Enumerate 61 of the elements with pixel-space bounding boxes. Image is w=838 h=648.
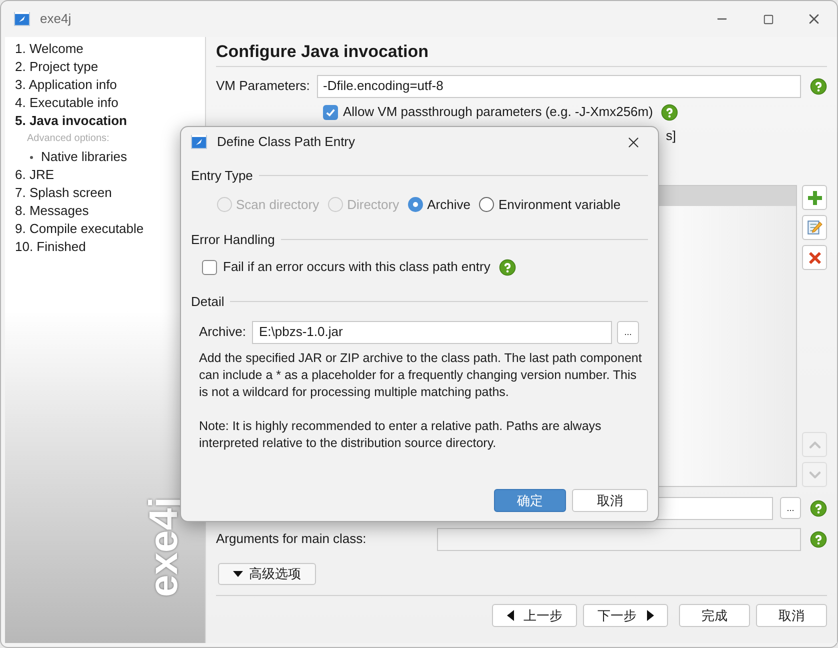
sidebar-subheading: Advanced options: xyxy=(27,132,110,146)
nav-button[interactable]: 完成 xyxy=(679,604,750,627)
page-title: Configure Java invocation xyxy=(216,41,430,63)
nav-button[interactable]: 取消 xyxy=(756,604,827,627)
sidebar-item[interactable]: 2. Project type xyxy=(15,58,205,76)
field-label: Archive: xyxy=(199,323,247,342)
radio-button[interactable] xyxy=(408,197,424,212)
radio-label: Archive xyxy=(427,196,470,214)
edit-button[interactable] xyxy=(802,215,827,240)
arguments-field[interactable] xyxy=(437,528,801,550)
app-icon xyxy=(14,11,30,27)
description-text: Add the specified JAR or ZIP archive to the class path. The last path component can include a * as a placeholder for a frequently changing version number. This is not a wildcard for processing multiple matching paths. xyxy=(199,350,643,400)
watermark-logo: exe4j xyxy=(144,496,184,597)
notepad-pencil-icon xyxy=(806,219,823,236)
section-heading: Detail xyxy=(191,293,224,311)
radio-button[interactable] xyxy=(479,197,494,212)
add-button[interactable] xyxy=(802,185,827,210)
radio-label: Directory xyxy=(347,196,400,214)
window-title: exe4j xyxy=(40,10,72,28)
help-icon[interactable] xyxy=(810,78,827,94)
help-icon[interactable] xyxy=(810,500,827,516)
app-icon xyxy=(191,134,207,150)
sidebar-item[interactable]: 5. Java invocation xyxy=(15,112,205,130)
bullet-icon xyxy=(30,156,33,158)
help-icon[interactable] xyxy=(499,258,516,276)
checkbox[interactable] xyxy=(202,260,217,274)
field-label: Arguments for main class: xyxy=(216,530,368,548)
maximize-icon xyxy=(762,14,774,24)
sidebar-item[interactable]: 3. Application info xyxy=(15,76,205,94)
dialog-button[interactable]: 取消 xyxy=(572,489,648,512)
sidebar-item[interactable]: Native libraries xyxy=(41,147,127,167)
checkbox-label: Fail if an error occurs with this class path entry xyxy=(223,258,490,276)
radio-label: Environment variable xyxy=(498,196,621,214)
sidebar-item[interactable]: 4. Executable info xyxy=(15,94,205,112)
sidebar-item[interactable]: 1. Welcome xyxy=(15,40,205,58)
check-icon xyxy=(325,106,336,118)
browse-button[interactable]: ... xyxy=(617,320,639,344)
nav-button[interactable]: 下一步 xyxy=(583,604,668,627)
triangle-right-icon xyxy=(646,610,654,621)
help-icon[interactable] xyxy=(660,104,678,120)
advanced-options-button[interactable]: 高级选项 xyxy=(218,563,316,585)
checkbox[interactable] xyxy=(323,104,338,120)
help-icon[interactable] xyxy=(810,530,827,548)
browse-button[interactable]: ... xyxy=(780,497,801,519)
radio-label: Scan directory xyxy=(236,196,320,214)
triangle-left-icon xyxy=(506,610,514,621)
nav-button[interactable]: 上一步 xyxy=(492,604,577,627)
partial-label: s] xyxy=(666,127,676,145)
field-label: VM Parameters: xyxy=(216,77,311,96)
delete-icon xyxy=(806,250,822,266)
dialog-button[interactable]: 确定 xyxy=(494,489,566,512)
plus-icon xyxy=(806,190,822,206)
section-heading: Entry Type xyxy=(191,167,253,185)
triangle-down-icon xyxy=(233,571,243,577)
archive-field[interactable]: E:\pbzs-1.0.jar xyxy=(252,320,612,344)
delete-button[interactable] xyxy=(802,245,827,270)
checkbox-label: Allow VM passthrough parameters (e.g. -J-Xmx256m) xyxy=(343,103,653,122)
dialog-title: Define Class Path Entry xyxy=(217,133,356,152)
section-heading: Error Handling xyxy=(191,230,275,249)
vm-parameters-field[interactable]: -Dfile.encoding=utf-8 xyxy=(317,74,801,98)
note-text: Note: It is highly recommended to enter a relative path. Paths are always interpreted relative to the distribution source directory. xyxy=(199,418,602,452)
